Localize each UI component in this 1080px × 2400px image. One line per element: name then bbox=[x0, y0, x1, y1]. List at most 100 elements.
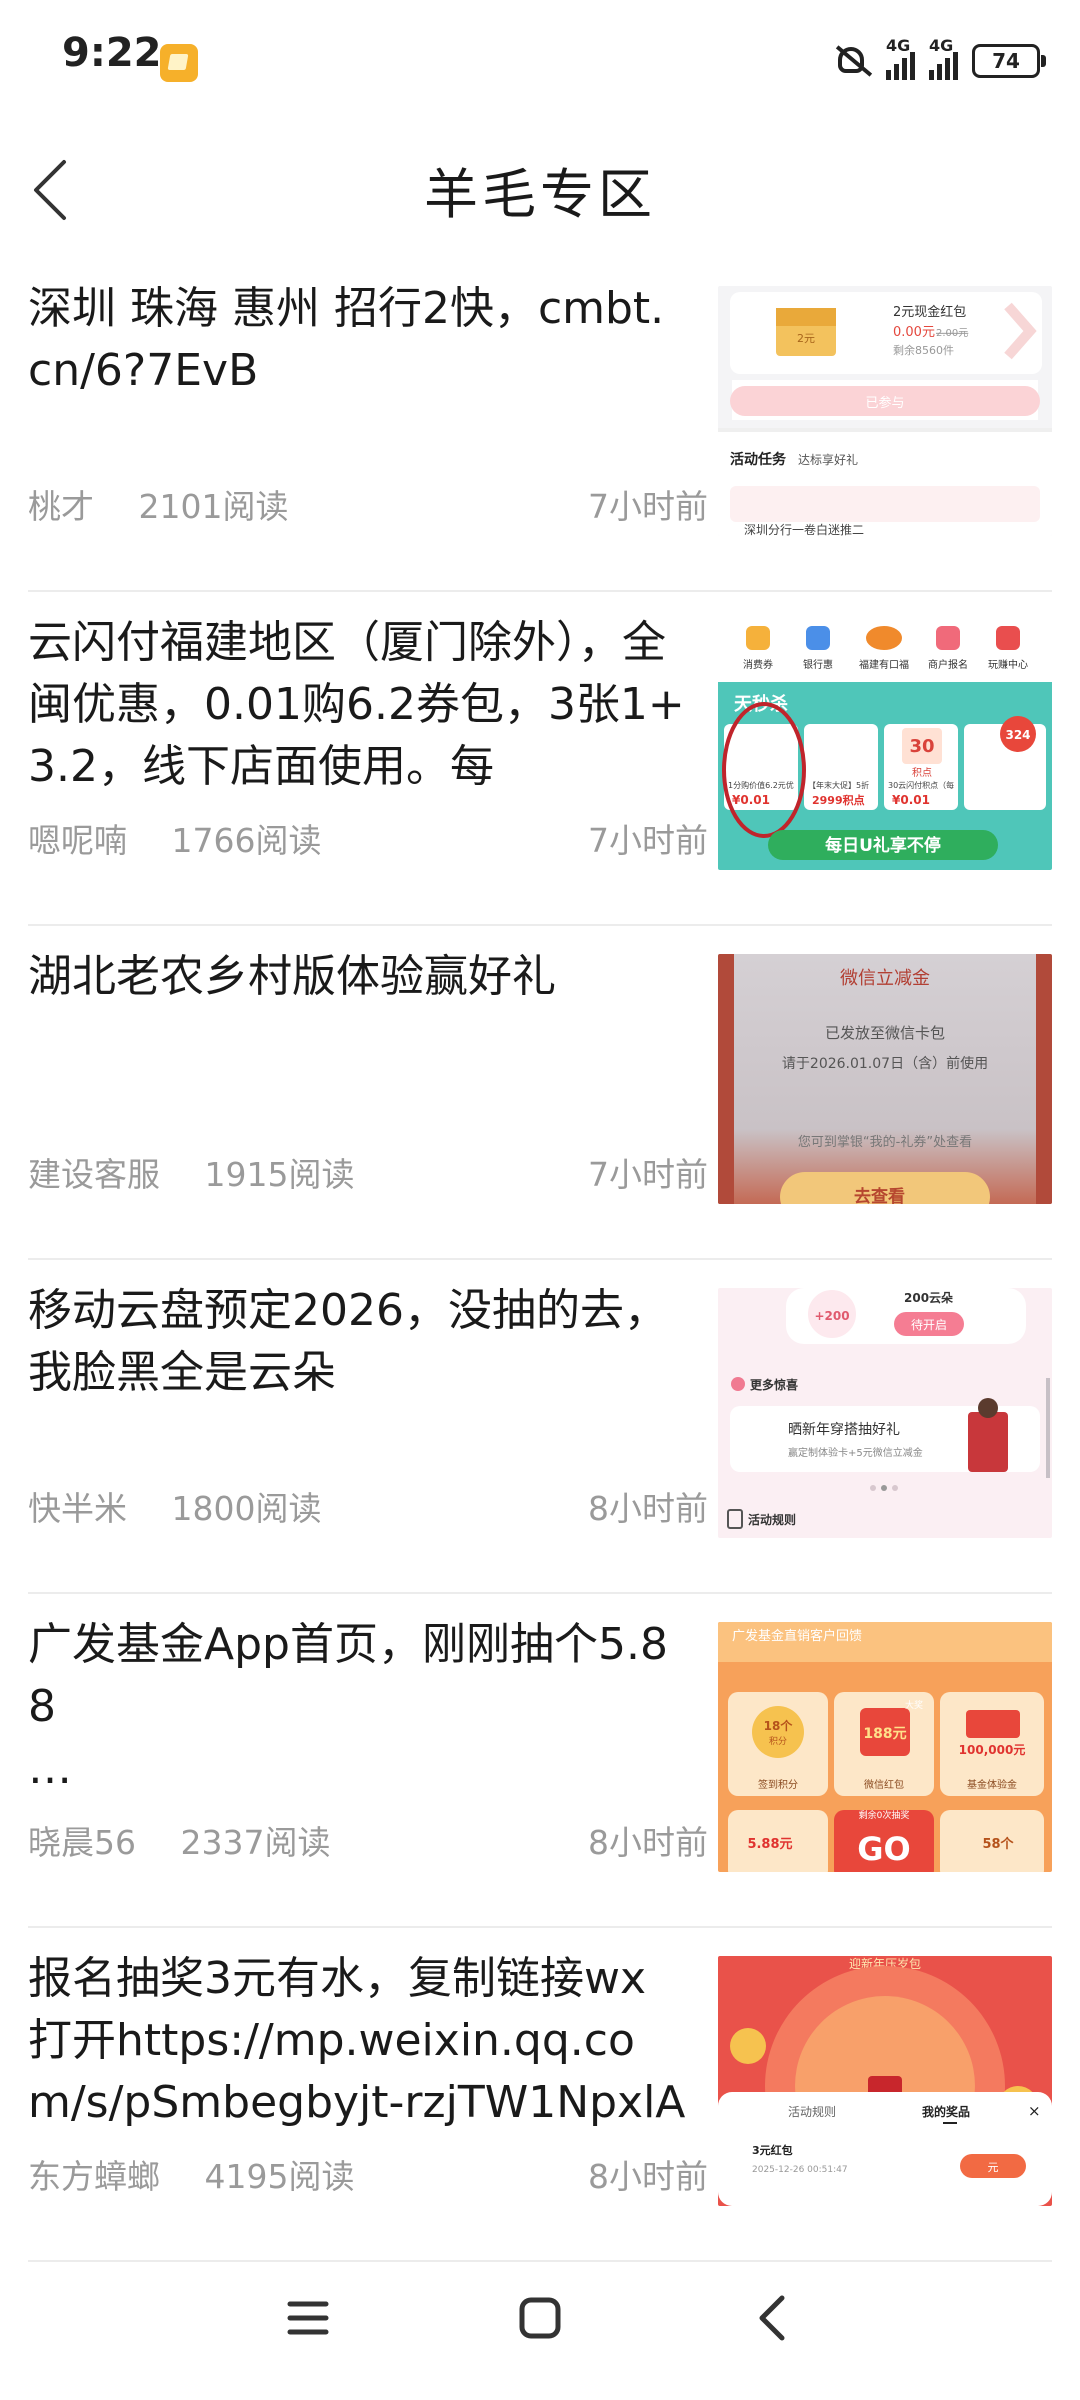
item-thumbnail: 消费券 银行惠 福建有口福 商户报名 玩赚中心 天秒杀 30 积点 324 1分… bbox=[718, 620, 1052, 870]
cloud-label: 200云朵 bbox=[904, 1290, 953, 1305]
item-time: 8小时前 bbox=[588, 1823, 708, 1862]
item-thumbnail: 迎新年压岁包 活动规则 我的奖品 × 3元红包 2025-12-26 00:51… bbox=[718, 1956, 1052, 2206]
thumb-close: × bbox=[1028, 2102, 1041, 2120]
nav-back-button[interactable] bbox=[734, 2278, 814, 2358]
title-bar: 羊毛专区 bbox=[0, 130, 1080, 260]
tab-1: 消费券 bbox=[743, 658, 773, 671]
item-reads: 1915阅读 bbox=[204, 1155, 355, 1194]
prize-2-sub: 大奖 bbox=[905, 1699, 923, 1711]
remaining: 剩余0次抽奖 bbox=[859, 1809, 910, 1821]
thumb-price: 0.00元 bbox=[893, 325, 935, 340]
network-type-2: 4G bbox=[929, 36, 954, 55]
thumb-card-title: 2元现金红包 bbox=[893, 304, 966, 320]
list-item[interactable]: 湖北老农乡村版体验赢好礼 建设客服 1915阅读 7小时前 微信立减金 已发放至… bbox=[28, 926, 1052, 1260]
open-button: 待开启 bbox=[911, 1318, 947, 1332]
thumb-line-1: 已发放至微信卡包 bbox=[825, 1024, 945, 1042]
prize-1-big: 18个 bbox=[764, 1718, 794, 1733]
item-time: 8小时前 bbox=[588, 1489, 708, 1528]
recents-button[interactable] bbox=[268, 2278, 348, 2358]
card-2-label: 【年末大促】5折 bbox=[808, 780, 869, 790]
thumb-more: 更多惊喜 bbox=[750, 1377, 798, 1392]
item-reads: 2101阅读 bbox=[138, 487, 289, 526]
card-1-label: 1分购价值6.2元优 bbox=[728, 780, 794, 790]
item-title: 移动云盘预定2026，没抽的去，我脸黑全是云朵 bbox=[28, 1285, 668, 1398]
thumb-stock: 剩余8560件 bbox=[893, 343, 954, 357]
badge-30-label: 积点 bbox=[912, 767, 932, 779]
item-meta: 嗯呢喃 1766阅读 7小时前 bbox=[28, 814, 708, 862]
status-bar: 9:22 4G 4G 74 bbox=[0, 0, 1080, 130]
item-author: 快半米 bbox=[28, 1489, 127, 1528]
tab-2: 银行惠 bbox=[803, 658, 833, 671]
mute-icon bbox=[830, 43, 872, 79]
item-time: 7小时前 bbox=[588, 487, 708, 526]
badge-324: 324 bbox=[1005, 728, 1030, 742]
item-reads: 4195阅读 bbox=[204, 2157, 355, 2196]
list-item[interactable]: 移动云盘预定2026，没抽的去，我脸黑全是云朵 快半米 1800阅读 8小时前 … bbox=[28, 1260, 1052, 1594]
item-thumbnail: 微信立减金 已发放至微信卡包 请于2026.01.07日（含）前使用 您可到掌银… bbox=[718, 954, 1052, 1204]
thumb-tab-rules: 活动规则 bbox=[788, 2104, 836, 2119]
item-title: 报名抽奖3元有水，复制链接wx打开https://mp.weixin.qq.co… bbox=[28, 1953, 686, 2128]
thumb-button: 已参与 bbox=[865, 395, 904, 411]
card-1-price: ¥0.01 bbox=[732, 793, 770, 807]
item-meta: 东方蟑螂 4195阅读 8小时前 bbox=[28, 2150, 708, 2198]
item-reads: 1766阅读 bbox=[171, 821, 322, 860]
item-meta: 桃才 2101阅读 7小时前 bbox=[28, 480, 708, 528]
thumb-promo-sub: 赢定制体验卡+5元微信立减金 bbox=[788, 1446, 923, 1459]
item-thumbnail: 2元 2元现金红包 0.00元 2.00元 剩余8560件 已参与 活动任务 达… bbox=[718, 286, 1052, 536]
item-meta: 快半米 1800阅读 8小时前 bbox=[28, 1482, 708, 1530]
item-title: 湖北老农乡村版体验赢好礼 bbox=[28, 951, 556, 1002]
page-title: 羊毛专区 bbox=[424, 163, 656, 226]
list-item[interactable]: 云闪付福建地区（厦门除外），全闽优惠，0.01购6.2券包，3张1+3.2，线下… bbox=[28, 592, 1052, 926]
item-author: 东方蟑螂 bbox=[28, 2157, 160, 2196]
thumb-line-3: 您可到掌银“我的-礼券”处查看 bbox=[798, 1134, 972, 1150]
thumb-prize: 3元红包 bbox=[752, 2143, 793, 2157]
item-thumbnail: +200 200云朵 待开启 更多惊喜 晒新年穿搭抽好礼 赢定制体验卡+5元微信… bbox=[718, 1288, 1052, 1538]
item-author: 桃才 bbox=[28, 487, 94, 526]
home-button[interactable] bbox=[500, 2278, 580, 2358]
system-navigation-bar bbox=[0, 2250, 1080, 2400]
list-item[interactable]: 广发基金App首页，刚刚抽个5.88 … 晓晨56 2337阅读 8小时前 广发… bbox=[28, 1594, 1052, 1928]
network-type-1: 4G bbox=[886, 36, 911, 55]
item-author: 晓晨56 bbox=[28, 1823, 136, 1862]
bottom-3: 58个 bbox=[982, 1836, 1014, 1852]
thumb-heading: 微信立减金 bbox=[840, 968, 930, 989]
prize-2-big: 188元 bbox=[863, 1726, 906, 1742]
status-time: 9:22 bbox=[62, 30, 162, 76]
item-author: 嗯呢喃 bbox=[28, 821, 127, 860]
home-square-icon bbox=[519, 2297, 561, 2339]
item-meta: 晓晨56 2337阅读 8小时前 bbox=[28, 1816, 708, 1864]
tab-5: 玩赚中心 bbox=[988, 658, 1028, 671]
prize-1-label: 签到积分 bbox=[758, 1778, 798, 1791]
item-meta: 建设客服 1915阅读 7小时前 bbox=[28, 1148, 708, 1196]
signal-icon-2: 4G bbox=[929, 36, 958, 80]
thumb-rules: 活动规则 bbox=[748, 1512, 796, 1527]
bottom-2: GO bbox=[857, 1830, 910, 1868]
thumb-task: 深圳分行一卷白迷推二 bbox=[744, 522, 864, 536]
list-item[interactable]: 报名抽奖3元有水，复制链接wx打开https://mp.weixin.qq.co… bbox=[28, 1928, 1052, 2262]
item-reads: 2337阅读 bbox=[180, 1823, 331, 1862]
card-3-price: ¥0.01 bbox=[892, 793, 930, 807]
thumb-button: 去查看 bbox=[854, 1186, 905, 1204]
tab-3: 福建有口福 bbox=[859, 658, 909, 671]
card-2-price: 2999积点 bbox=[812, 793, 865, 807]
thumb-footer: 每日U礼享不停 bbox=[825, 835, 941, 856]
item-title: 广发基金App首页，刚刚抽个5.88 … bbox=[28, 1619, 668, 1794]
menu-icon bbox=[287, 2301, 329, 2335]
signal-icon-1: 4G bbox=[886, 36, 915, 80]
thumb-heading: 广发基金直销客户回馈 bbox=[732, 1628, 862, 1644]
thumb-tab-prizes: 我的奖品 bbox=[922, 2104, 970, 2119]
prize-1-sub: 积分 bbox=[769, 1735, 787, 1747]
badge-30: 30 bbox=[909, 736, 934, 757]
list-item[interactable]: 深圳 珠海 惠州 招行2快，cmbt.cn/6?7EvB 桃才 2101阅读 7… bbox=[28, 258, 1052, 592]
status-icons: 4G 4G 74 bbox=[830, 36, 1046, 80]
battery-icon: 74 bbox=[972, 44, 1046, 78]
prize-2-label: 微信红包 bbox=[864, 1778, 904, 1791]
item-time: 7小时前 bbox=[588, 821, 708, 860]
item-time: 7小时前 bbox=[588, 1155, 708, 1194]
thumb-old-price: 2.00元 bbox=[936, 328, 968, 339]
thumb-section: 活动任务 bbox=[730, 451, 787, 468]
prize-3-big: 100,000元 bbox=[959, 1743, 1026, 1757]
item-title: 云闪付福建地区（厦门除外），全闽优惠，0.01购6.2券包，3张1+3.2，线下… bbox=[28, 617, 685, 792]
card-3-label: 30云闪付积点（每 bbox=[888, 780, 954, 790]
item-author: 建设客服 bbox=[28, 1155, 160, 1194]
